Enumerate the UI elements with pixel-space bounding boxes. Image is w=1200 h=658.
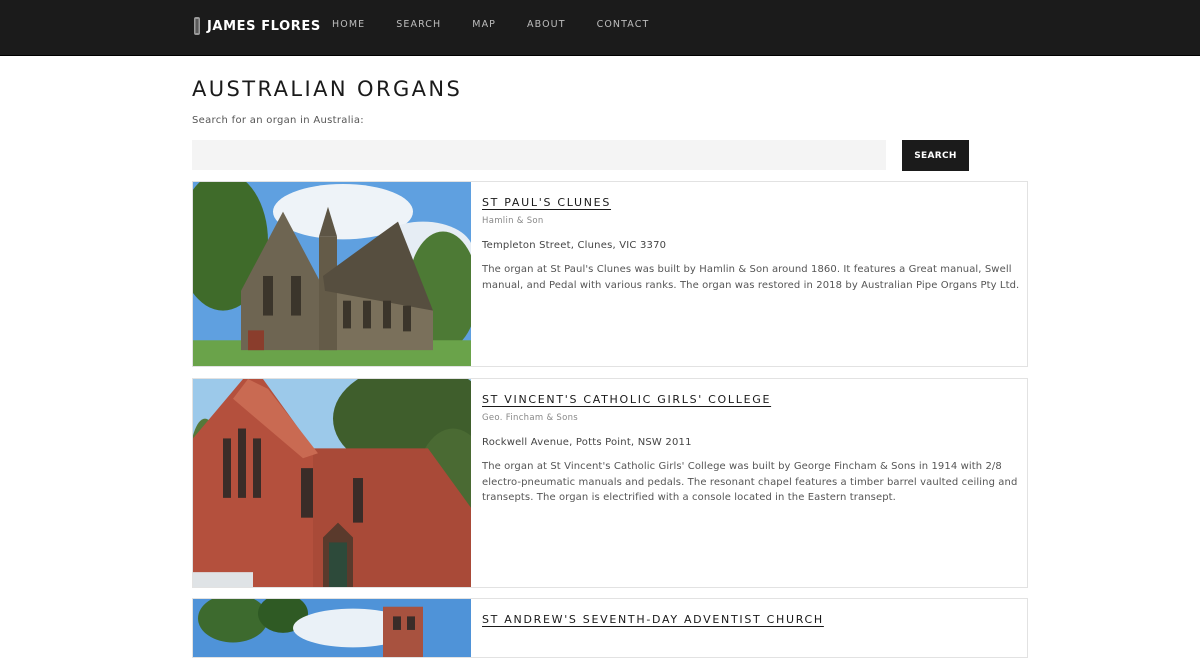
nav-search[interactable]: SEARCH	[396, 19, 441, 31]
organ-pipe-icon	[194, 17, 200, 35]
organ-details: ST PAUL'S CLUNES Hamlin & Son Templeton …	[482, 191, 1022, 293]
organ-title-link[interactable]: ST ANDREW'S SEVENTH-DAY ADVENTIST CHURCH	[482, 612, 824, 628]
organ-address: Rockwell Avenue, Potts Point, NSW 2011	[482, 437, 692, 448]
organ-photo[interactable]	[193, 379, 471, 587]
organ-builder: Hamlin & Son	[482, 216, 544, 226]
organ-photo[interactable]	[193, 182, 471, 366]
organ-title-link[interactable]: ST VINCENT'S CATHOLIC GIRLS' COLLEGE	[482, 392, 771, 408]
brand-link[interactable]: JAMES FLORES	[192, 15, 321, 37]
organ-card: ST VINCENT'S CATHOLIC GIRLS' COLLEGE Geo…	[192, 378, 1028, 588]
organ-builder: Geo. Fincham & Sons	[482, 413, 578, 423]
organ-card: ST PAUL'S CLUNES Hamlin & Son Templeton …	[192, 181, 1028, 367]
page-title: AUSTRALIAN ORGANS	[192, 77, 463, 101]
search-input[interactable]	[192, 140, 886, 170]
organ-title-link[interactable]: ST PAUL'S CLUNES	[482, 195, 611, 211]
organ-address: Templeton Street, Clunes, VIC 3370	[482, 240, 667, 251]
main-nav: HOME SEARCH MAP ABOUT CONTACT	[332, 19, 680, 31]
organ-card: ST ANDREW'S SEVENTH-DAY ADVENTIST CHURCH	[192, 598, 1028, 658]
organ-details: ST VINCENT'S CATHOLIC GIRLS' COLLEGE Geo…	[482, 388, 1022, 506]
organ-description: The organ at St Vincent's Catholic Girls…	[482, 461, 1018, 503]
organ-details: ST ANDREW'S SEVENTH-DAY ADVENTIST CHURCH	[482, 608, 1022, 628]
organ-photo[interactable]	[193, 599, 471, 657]
nav-home[interactable]: HOME	[332, 19, 365, 31]
nav-about[interactable]: ABOUT	[527, 19, 566, 31]
search-button[interactable]: SEARCH	[902, 140, 969, 171]
search-label: Search for an organ in Australia:	[192, 115, 364, 126]
top-navbar: JAMES FLORES HOME SEARCH MAP ABOUT CONTA…	[0, 0, 1200, 56]
organ-description: The organ at St Paul's Clunes was built …	[482, 264, 1020, 291]
nav-map[interactable]: MAP	[472, 19, 496, 31]
nav-contact[interactable]: CONTACT	[597, 19, 650, 31]
brand-name: JAMES FLORES	[207, 18, 321, 34]
